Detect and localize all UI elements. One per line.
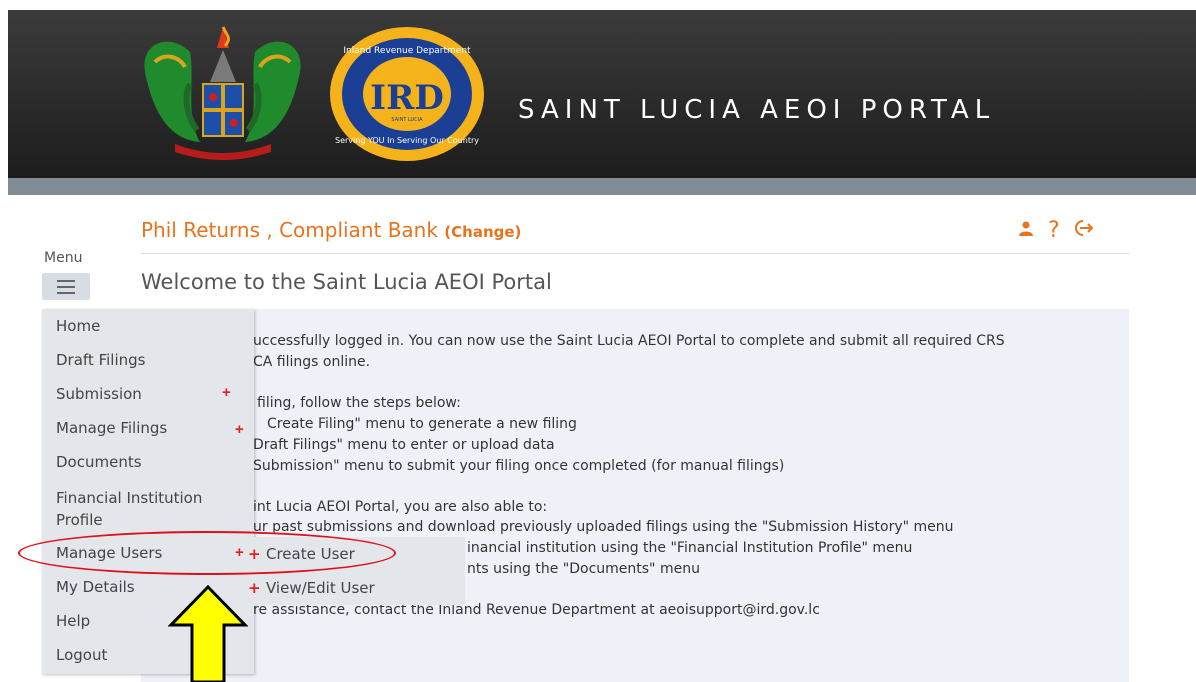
coat-of-arms-logo [144, 26, 301, 160]
logout-icon[interactable] [1074, 219, 1094, 242]
sidebar-item-my-details[interactable]: My Details [56, 578, 135, 596]
hamburger-menu-button[interactable] [42, 273, 90, 300]
ird-logo-letters: IRD [370, 78, 444, 118]
content-line: filing, follow the steps below: [257, 395, 461, 411]
sidebar-item-label: Financial Institution [56, 489, 203, 507]
sidebar-item-logout[interactable]: Logout [56, 646, 107, 664]
hamburger-icon-line [57, 279, 75, 282]
user-icon[interactable] [1018, 220, 1034, 241]
expand-plus-icon: + [235, 421, 244, 438]
header-rule [141, 253, 1129, 254]
portal-title: SAINT LUCIA AEOI PORTAL [518, 95, 996, 125]
submenu-item-view-edit-user[interactable]: + View/Edit User [248, 579, 375, 597]
current-user-label: Phil Returns , Compliant Bank (Change) [141, 218, 521, 242]
sidebar-item-documents[interactable]: Documents [56, 453, 142, 471]
welcome-content-panel: uccessfully logged in. You can now use t… [141, 309, 1129, 682]
content-line: Draft Filings" menu to enter or upload d… [253, 437, 555, 453]
help-icon[interactable]: ? [1048, 218, 1060, 243]
content-line: uccessfully logged in. You can now use t… [253, 333, 1005, 349]
sidebar-item-draft-filings[interactable]: Draft Filings [56, 351, 145, 369]
sidebar-item-label: Profile [56, 511, 103, 529]
plus-icon: + [248, 579, 261, 597]
header-divider-bar [8, 178, 1196, 195]
sidebar-item-help[interactable]: Help [56, 612, 90, 630]
content-line: CA filings online. [253, 354, 371, 370]
content-line: nts using the "Documents" menu [467, 561, 700, 577]
user-institution-text: Phil Returns , Compliant Bank [141, 218, 445, 242]
submenu-label: View/Edit User [266, 579, 375, 597]
hamburger-icon-line [57, 291, 75, 294]
ird-logo-small-text: SAINT LUCIA [391, 117, 423, 123]
sidebar-item-submission[interactable]: Submission [56, 385, 142, 403]
content-line: inancial institution using the "Financia… [467, 540, 913, 556]
hamburger-icon-line [57, 285, 75, 288]
ird-logo-ring-text-bottom: Serving YOU In Serving Our Country [335, 136, 479, 145]
content-line: int Lucia AEOI Portal, you are also able… [253, 499, 548, 515]
content-line: Submission" menu to submit your filing o… [253, 458, 785, 474]
up-arrow-annotation [168, 585, 248, 682]
ird-logo-ring-text-top: Inland Revenue Department [343, 46, 471, 56]
ird-logo: IRD Inland Revenue Department Serving YO… [330, 27, 484, 161]
change-institution-link[interactable]: (Change) [444, 223, 521, 241]
menu-label: Menu [44, 250, 83, 266]
content-line: Create Filing" menu to generate a new fi… [267, 416, 577, 432]
expand-plus-icon: + [222, 384, 231, 401]
page-title: Welcome to the Saint Lucia AEOI Portal [141, 270, 552, 294]
sidebar-item-manage-filings[interactable]: Manage Filings [56, 419, 167, 437]
content-line: ur past submissions and download previou… [253, 519, 954, 535]
highlight-ellipse-annotation [18, 531, 396, 575]
sidebar-item-home[interactable]: Home [56, 317, 100, 335]
sidebar-item-financial-institution-profile[interactable]: Financial Institution Profile [56, 487, 202, 531]
top-icon-bar: ? [1018, 218, 1094, 243]
